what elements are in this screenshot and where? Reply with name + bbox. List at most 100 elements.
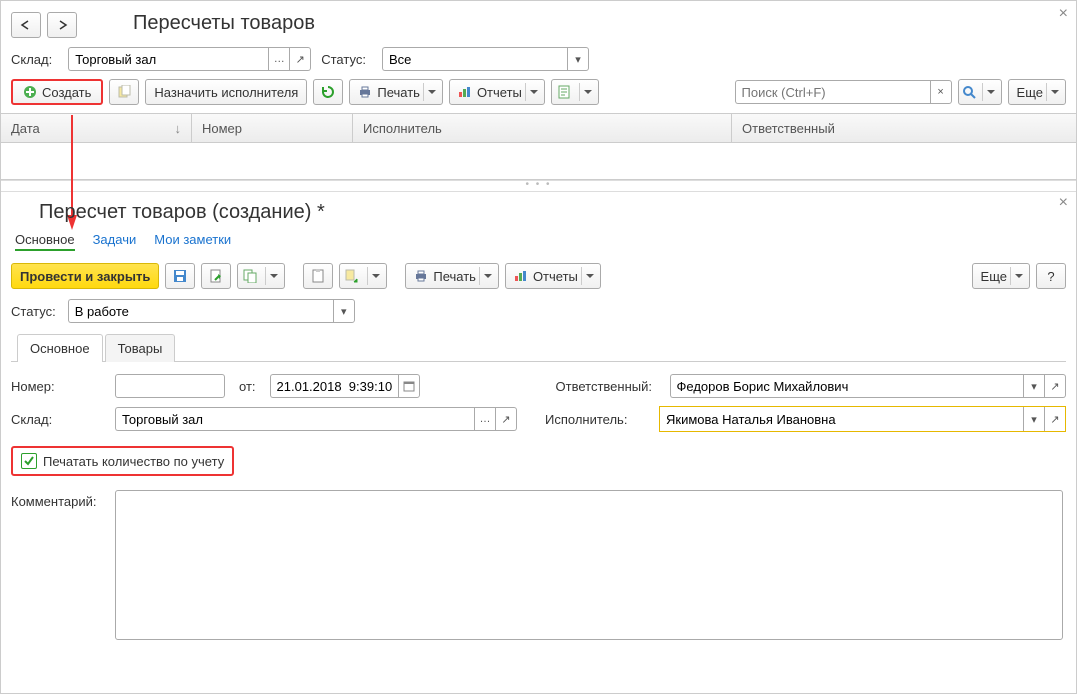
search-icon [962,85,976,99]
status-bottom-lookup[interactable]: ▾ [68,299,355,323]
more-top-button[interactable]: Еще [1008,79,1066,105]
close-top-icon[interactable]: × [1059,5,1068,23]
responsible-dropdown-button[interactable]: ▾ [1023,374,1045,398]
content-tab-goods-label: Товары [118,341,163,356]
attach-button[interactable] [551,79,599,105]
reports-top-button[interactable]: Отчеты [449,79,545,105]
reports-top-label: Отчеты [477,85,522,100]
comment-textarea[interactable] [115,490,1063,640]
nav-tab-notes[interactable]: Мои заметки [154,232,231,251]
copy-icon [117,85,131,99]
date-lookup[interactable] [270,374,420,398]
post-button[interactable] [201,263,231,289]
sklad-bottom-input[interactable] [115,407,474,431]
nav-back-button[interactable] [11,12,41,38]
save-button[interactable] [165,263,195,289]
help-label: ? [1047,269,1054,284]
status-top-lookup[interactable]: ▾ [382,47,589,71]
nav-forward-button[interactable] [47,12,77,38]
reports-bottom-button[interactable]: Отчеты [505,263,601,289]
more-top-label: Еще [1017,85,1043,100]
status-bottom-input[interactable] [68,299,333,323]
sklad-ellipsis-button[interactable]: … [268,47,290,71]
col-date[interactable]: Дата ↓ [1,114,192,142]
sklad-lookup[interactable]: … ↗ [68,47,311,71]
sklad-bottom-label: Склад: [11,412,101,427]
col-number-label: Номер [202,121,242,136]
responsible-open-button[interactable]: ↗ [1045,374,1066,398]
performer-dropdown-button[interactable]: ▾ [1023,407,1044,431]
responsible-lookup[interactable]: ▾ ↗ [670,374,1066,398]
number-input[interactable] [115,374,225,398]
responsible-label: Ответственный: [556,379,656,394]
create-button[interactable]: Создать [11,79,103,105]
clip-icon [311,269,325,283]
bar-chart-icon [514,270,528,282]
help-button[interactable]: ? [1036,263,1066,289]
print-top-button[interactable]: Печать [349,79,443,105]
status-top-dropdown-button[interactable]: ▾ [567,47,589,71]
assign-performer-button[interactable]: Назначить исполнителя [145,79,307,105]
more-bottom-button[interactable]: Еще [972,263,1030,289]
structure-icon [345,269,359,283]
structure-button[interactable] [339,263,387,289]
clip-button[interactable] [303,263,333,289]
performer-open-button[interactable]: ↗ [1044,407,1065,431]
page-title-top: Пересчеты товаров [133,7,315,43]
content-tab-main-label: Основное [30,341,90,356]
check-icon [23,455,35,467]
status-bottom-dropdown-button[interactable]: ▾ [333,299,355,323]
basis-icon [243,269,257,283]
sklad-bottom-open-button[interactable]: ↗ [496,407,517,431]
search-clear-button[interactable]: × [930,80,952,104]
number-label: Номер: [11,379,101,394]
search-button[interactable] [958,79,1002,105]
splitter[interactable]: • • • [1,180,1076,192]
print-qty-group[interactable]: Печатать количество по учету [11,446,234,476]
create-button-label: Создать [42,85,91,100]
sklad-bottom-lookup[interactable]: … ↗ [115,407,517,431]
more-bottom-label: Еще [981,269,1007,284]
calendar-icon [403,380,415,392]
refresh-button[interactable] [313,79,343,105]
search-box[interactable]: × [735,80,952,104]
performer-input[interactable] [660,407,1023,431]
print-icon [414,270,428,282]
table-header: Дата ↓ Номер Исполнитель Ответственный [1,113,1076,143]
print-bottom-button[interactable]: Печать [405,263,499,289]
post-icon [209,269,223,283]
date-pick-button[interactable] [398,374,420,398]
date-input[interactable] [270,374,398,398]
close-bottom-icon[interactable]: × [1059,194,1068,212]
post-close-button[interactable]: Провести и закрыть [11,263,159,289]
col-number[interactable]: Номер [192,114,353,142]
performer-lookup[interactable]: ▾ ↗ [659,406,1066,432]
sklad-input[interactable] [68,47,268,71]
col-performer[interactable]: Исполнитель [353,114,732,142]
print-top-label: Печать [377,85,420,100]
nav-tab-main[interactable]: Основное [15,232,75,251]
post-close-label: Провести и закрыть [20,269,150,284]
from-label: от: [239,379,256,394]
sklad-open-button[interactable]: ↗ [290,47,311,71]
nav-tabs: Основное Задачи Мои заметки [11,232,1066,251]
sklad-bottom-ellipsis-button[interactable]: … [474,407,496,431]
search-input[interactable] [735,80,930,104]
attach-icon [557,85,571,99]
basis-button[interactable] [237,263,285,289]
performer-label: Исполнитель: [545,412,645,427]
print-qty-checkbox[interactable] [21,453,37,469]
content-tab-main[interactable]: Основное [17,334,103,362]
reports-bottom-label: Отчеты [533,269,578,284]
bar-chart-icon [458,86,472,98]
col-responsible[interactable]: Ответственный [732,114,1076,142]
responsible-input[interactable] [670,374,1023,398]
status-top-input[interactable] [382,47,567,71]
col-performer-label: Исполнитель [363,121,442,136]
nav-tab-tasks[interactable]: Задачи [93,232,137,251]
status-label: Статус: [321,52,366,67]
col-responsible-label: Ответственный [742,121,835,136]
copy-button[interactable] [109,79,139,105]
col-date-label: Дата [11,121,40,136]
content-tab-goods[interactable]: Товары [105,334,176,362]
